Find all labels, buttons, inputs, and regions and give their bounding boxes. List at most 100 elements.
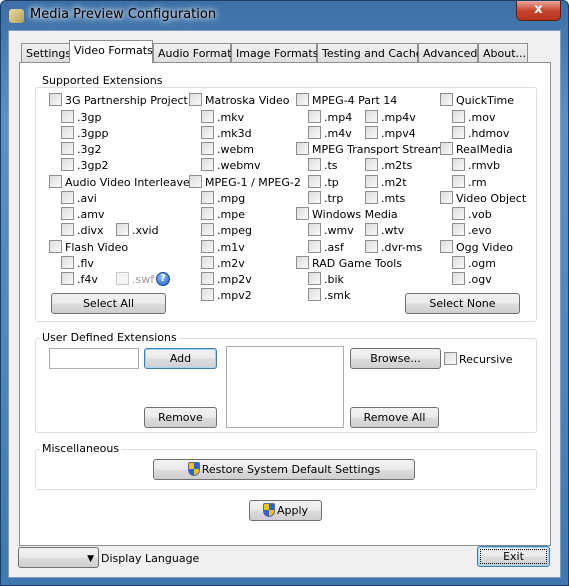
checkbox-wtv[interactable]	[365, 223, 378, 236]
tab-image-formats[interactable]: Image Formats	[231, 43, 318, 63]
checkbox-label-f4v: .f4v	[77, 273, 98, 286]
tab-settings[interactable]: Settings	[21, 43, 71, 63]
tab-advanced[interactable]: Advanced	[418, 43, 478, 63]
checkbox-label-mpeg: .mpeg	[217, 224, 252, 237]
checkbox-label-m4v: .m4v	[324, 127, 352, 140]
checkbox-label-3g2: .3g2	[77, 143, 102, 156]
recursive-checkbox[interactable]	[444, 352, 457, 365]
checkbox-smk[interactable]	[308, 288, 321, 301]
checkbox-mpeg[interactable]	[201, 223, 214, 236]
checkbox-flash-video[interactable]	[49, 240, 62, 253]
checkbox-audio-video-interleaved[interactable]	[49, 175, 62, 188]
select-all-button[interactable]: Select All	[51, 293, 166, 314]
checkbox-3gp2[interactable]	[61, 158, 74, 171]
checkbox-rad-game-tools[interactable]	[296, 256, 309, 269]
checkbox-mpv2[interactable]	[201, 288, 214, 301]
checkbox-3g-partnership-project[interactable]	[49, 93, 62, 106]
checkbox-rm[interactable]	[452, 175, 465, 188]
checkbox-mkv[interactable]	[201, 110, 214, 123]
checkbox-webm[interactable]	[201, 142, 214, 155]
checkbox-m4v[interactable]	[308, 126, 321, 139]
checkbox-label-mkv: .mkv	[217, 111, 245, 124]
checkbox-dvr-ms[interactable]	[365, 240, 378, 253]
checkbox-3gpp[interactable]	[61, 126, 74, 139]
checkbox-xvid[interactable]	[116, 223, 129, 236]
checkbox-hdmov[interactable]	[452, 126, 465, 139]
checkbox-ogv[interactable]	[452, 272, 465, 285]
remove-all-button[interactable]: Remove All	[350, 407, 439, 428]
checkbox-flv[interactable]	[61, 256, 74, 269]
checkbox-mpeg-1-mpeg-2[interactable]	[189, 175, 202, 188]
checkbox-3gp[interactable]	[61, 110, 74, 123]
checkbox-mk3d[interactable]	[201, 126, 214, 139]
browse-button[interactable]: Browse...	[350, 348, 441, 369]
checkbox-mp4v[interactable]	[365, 110, 378, 123]
exit-button[interactable]: Exit	[477, 546, 550, 567]
checkbox-mpv4[interactable]	[365, 126, 378, 139]
checkbox-vob[interactable]	[452, 207, 465, 220]
checkbox-evo[interactable]	[452, 223, 465, 236]
checkbox-f4v[interactable]	[61, 272, 74, 285]
checkbox-amv[interactable]	[61, 207, 74, 220]
checkbox-quicktime[interactable]	[440, 93, 453, 106]
tab-audio-formats[interactable]: Audio Formats	[153, 43, 237, 63]
checkbox-m2t[interactable]	[365, 175, 378, 188]
checkbox-mp2v[interactable]	[201, 272, 214, 285]
apply-label: Apply	[276, 504, 309, 517]
checkbox-mpeg-transport-stream[interactable]	[296, 142, 309, 155]
checkbox-label-amv: .amv	[77, 208, 105, 221]
checkbox-rmvb[interactable]	[452, 158, 465, 171]
apply-button[interactable]: Apply	[249, 500, 322, 521]
checkbox-asf[interactable]	[308, 240, 321, 253]
checkbox-label-dvr-ms: .dvr-ms	[381, 241, 423, 254]
checkbox-ogg-video[interactable]	[440, 240, 453, 253]
checkbox-mpg[interactable]	[201, 191, 214, 204]
checkbox-divx[interactable]	[61, 223, 74, 236]
extensions-listbox[interactable]	[226, 346, 344, 428]
checkbox-label-audio-video-interleaved: Audio Video Interleaved	[65, 176, 197, 189]
checkbox-m2v[interactable]	[201, 256, 214, 269]
checkbox-m2ts[interactable]	[365, 158, 378, 171]
checkbox-trp[interactable]	[308, 191, 321, 204]
checkbox-matroska-video[interactable]	[189, 93, 202, 106]
help-icon[interactable]: ?	[156, 272, 170, 286]
checkbox-tp[interactable]	[308, 175, 321, 188]
checkbox-label-tp: .tp	[324, 176, 339, 189]
checkbox-3g2[interactable]	[61, 142, 74, 155]
tab-about[interactable]: About...	[478, 43, 528, 63]
add-button[interactable]: Add	[144, 348, 217, 369]
checkbox-ts[interactable]	[308, 158, 321, 171]
checkbox-m1v[interactable]	[201, 240, 214, 253]
checkbox-video-object[interactable]	[440, 191, 453, 204]
checkbox-ogm[interactable]	[452, 256, 465, 269]
checkbox-label-wtv: .wtv	[381, 224, 405, 237]
checkbox-mpeg-4-part-14[interactable]	[296, 93, 309, 106]
checkbox-mov[interactable]	[452, 110, 465, 123]
checkbox-wmv[interactable]	[308, 223, 321, 236]
checkbox-windows-media[interactable]	[296, 207, 309, 220]
checkbox-label-ogg-video: Ogg Video	[456, 241, 513, 254]
checkbox-label-video-object: Video Object	[456, 192, 527, 205]
checkbox-label-wmv: .wmv	[324, 224, 354, 237]
checkbox-label-3g-partnership-project: 3G Partnership Project	[65, 94, 188, 107]
checkbox-label-3gp2: .3gp2	[77, 159, 109, 172]
checkbox-label-mpg: .mpg	[217, 192, 246, 205]
checkbox-label-mpeg-1-mpeg-2: MPEG-1 / MPEG-2	[205, 176, 301, 189]
tab-testing-and-cache[interactable]: Testing and Cache	[317, 43, 423, 63]
tab-video-formats[interactable]: Video Formats	[69, 40, 153, 63]
checkbox-label-realmedia: RealMedia	[456, 143, 513, 156]
checkbox-bik[interactable]	[308, 272, 321, 285]
checkbox-avi[interactable]	[61, 191, 74, 204]
extension-input[interactable]	[49, 348, 139, 369]
checkbox-label-m2t: .m2t	[381, 176, 407, 189]
select-none-button[interactable]: Select None	[405, 293, 520, 314]
remove-button[interactable]: Remove	[144, 407, 217, 428]
checkbox-webmv[interactable]	[201, 158, 214, 171]
checkbox-mts[interactable]	[365, 191, 378, 204]
close-button[interactable]: x	[516, 1, 561, 21]
restore-defaults-button[interactable]: Restore System Default Settings	[153, 459, 415, 480]
checkbox-mpe[interactable]	[201, 207, 214, 220]
checkbox-mp4[interactable]	[308, 110, 321, 123]
display-language-dropdown[interactable]: ▼	[18, 547, 99, 568]
checkbox-realmedia[interactable]	[440, 142, 453, 155]
